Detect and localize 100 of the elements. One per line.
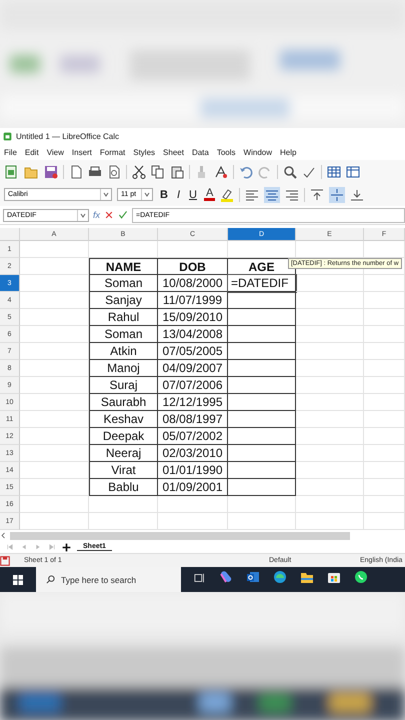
table-cell: 11/07/1999	[158, 292, 228, 309]
table-cell: Bablu	[89, 479, 158, 496]
calc-app-icon[interactable]	[3, 132, 12, 141]
dropdown-caret-icon[interactable]	[141, 189, 152, 200]
table-cell: 01/01/1990	[158, 462, 228, 479]
align-top-icon[interactable]	[310, 188, 324, 202]
table-cell	[228, 377, 296, 394]
align-center-icon[interactable]	[264, 186, 280, 202]
grid-cell	[20, 343, 89, 360]
document-modified-icon[interactable]	[0, 556, 10, 566]
table-cell: 07/07/2006	[158, 377, 228, 394]
menu-item[interactable]: Sheet	[163, 148, 184, 157]
menu-item[interactable]: Help	[280, 148, 296, 157]
task-view-icon[interactable]	[194, 572, 206, 584]
grid-cell	[296, 479, 364, 496]
table-cell	[228, 428, 296, 445]
undo-icon[interactable]	[239, 164, 253, 178]
scroll-left-icon[interactable]	[0, 532, 7, 539]
menu-item[interactable]: File	[4, 148, 17, 157]
highlighter-icon[interactable]	[220, 188, 234, 202]
grid-cell	[296, 377, 364, 394]
menu-item[interactable]: Window	[244, 148, 272, 157]
grid-cell	[20, 326, 89, 343]
store-icon[interactable]	[327, 570, 341, 584]
menu-item[interactable]: View	[46, 148, 64, 157]
save-icon[interactable]	[44, 164, 58, 178]
accept-icon[interactable]	[118, 210, 128, 220]
grid-cell	[20, 309, 89, 326]
grid-cell	[296, 326, 364, 343]
menu-item[interactable]: Format	[100, 148, 126, 157]
windows-start-icon[interactable]	[13, 574, 23, 584]
cancel-icon[interactable]	[104, 210, 114, 220]
print-preview-icon[interactable]	[107, 164, 121, 178]
table-cell: Saurabh	[89, 394, 158, 411]
table-cell: 15/09/2010	[158, 309, 228, 326]
grid-cell	[89, 513, 158, 530]
table-cell: 12/12/1995	[158, 394, 228, 411]
grid-cell	[20, 258, 89, 275]
underline-button[interactable]: U	[187, 188, 199, 200]
table-cell: Keshav	[89, 411, 158, 428]
menu-item[interactable]: Styles	[133, 148, 156, 157]
scrollbar-thumb[interactable]	[10, 532, 350, 540]
header-cell: DOB	[158, 258, 228, 275]
menu-item[interactable]: Edit	[24, 148, 39, 157]
table-cell: Virat	[89, 462, 158, 479]
dropdown-caret-icon[interactable]	[77, 210, 88, 220]
italic-button[interactable]: I	[174, 188, 182, 200]
table-cell: Soman	[89, 326, 158, 343]
cell-editor[interactable]: =DATEDIF	[228, 275, 296, 292]
grid-cell	[296, 275, 364, 292]
find-replace-icon[interactable]	[283, 164, 297, 178]
grid-cell	[364, 309, 405, 326]
window-title: Untitled 1 — LibreOffice Calc	[16, 132, 120, 141]
grid-cell	[296, 513, 364, 530]
cut-icon[interactable]	[132, 164, 146, 178]
copy-icon[interactable]	[151, 164, 165, 178]
grid-cell	[228, 513, 296, 530]
menu-item[interactable]: Data	[192, 148, 209, 157]
print-icon[interactable]	[88, 164, 102, 178]
grid-cell	[20, 479, 89, 496]
grid-cell	[364, 326, 405, 343]
menu-item[interactable]: Tools	[216, 148, 236, 157]
header-cell: NAME	[89, 258, 158, 275]
menu-item[interactable]: Insert	[72, 148, 92, 157]
clear-formatting-icon[interactable]	[214, 164, 228, 178]
font-color-button[interactable]: A	[204, 188, 216, 201]
grid-cell	[364, 479, 405, 496]
align-right-icon[interactable]	[285, 188, 300, 202]
taskbar-search-field[interactable]: Type here to search	[36, 567, 181, 592]
paste-icon[interactable]	[170, 164, 184, 178]
grid-cell	[364, 343, 405, 360]
align-middle-icon[interactable]	[329, 186, 346, 202]
grid-cell	[364, 428, 405, 445]
grid-icon[interactable]	[327, 164, 341, 178]
new-spreadsheet-icon[interactable]	[4, 164, 18, 178]
grid-cell	[228, 496, 296, 513]
table-cell	[228, 343, 296, 360]
file-explorer-icon[interactable]	[300, 570, 314, 584]
grid-cell	[296, 343, 364, 360]
grid-cell	[364, 360, 405, 377]
table-cell: 10/08/2000	[158, 275, 228, 292]
grid-cell	[364, 292, 405, 309]
function-wizard-button[interactable]: fx	[93, 210, 100, 220]
bold-button[interactable]: B	[158, 188, 170, 200]
chat-bubble-icon[interactable]	[354, 570, 368, 584]
table-cell	[228, 394, 296, 411]
table-cell: Soman	[89, 275, 158, 292]
grid-cell	[296, 360, 364, 377]
table-cell	[228, 292, 296, 309]
table-icon[interactable]	[346, 164, 360, 178]
grid-cell	[158, 241, 228, 258]
grid-cell	[364, 275, 405, 292]
table-cell	[228, 479, 296, 496]
table-cell: Suraj	[89, 377, 158, 394]
align-left-icon[interactable]	[245, 188, 260, 202]
grid-cell	[158, 513, 228, 530]
align-bottom-icon[interactable]	[350, 188, 364, 202]
table-cell: 08/08/1997	[158, 411, 228, 428]
add-sheet-icon[interactable]	[62, 542, 71, 552]
dropdown-caret-icon[interactable]	[100, 189, 111, 200]
